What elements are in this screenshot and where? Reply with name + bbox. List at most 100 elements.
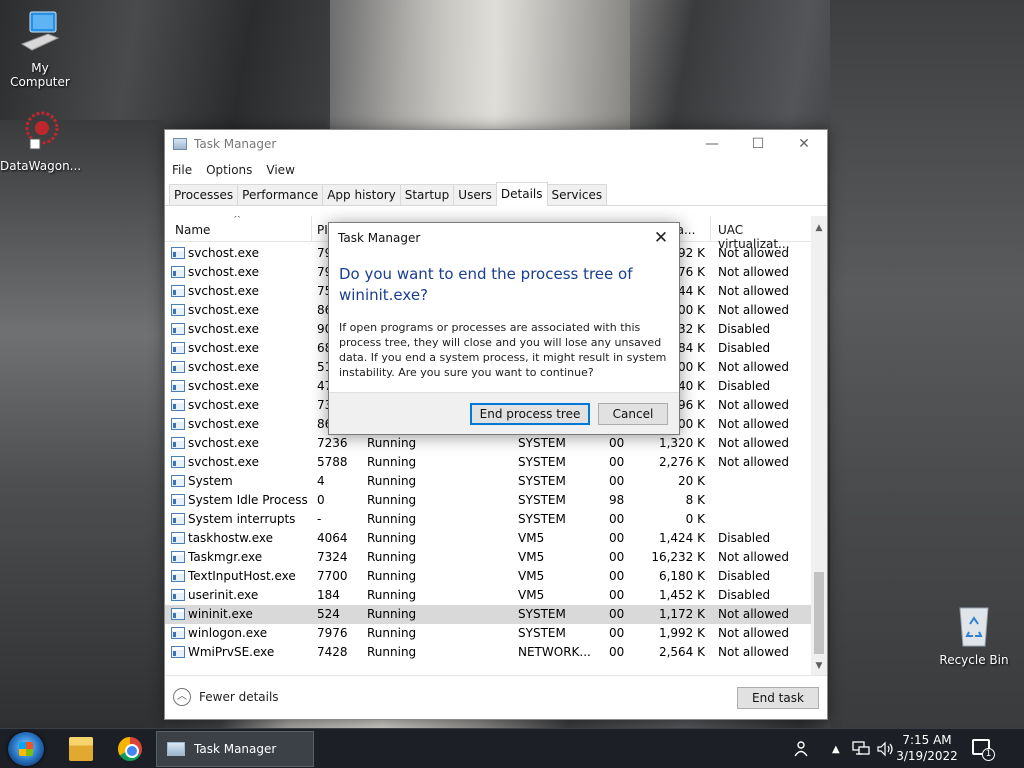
tab-performance[interactable]: Performance [237, 184, 324, 205]
desktop-icon-recycle-bin[interactable]: Recycle Bin [934, 602, 1014, 667]
tab-startup[interactable]: Startup [399, 184, 455, 205]
process-name: userinit.exe [188, 588, 259, 602]
process-icon [171, 646, 185, 658]
fewer-details-link[interactable]: ︿ Fewer details [173, 688, 279, 706]
tab-processes[interactable]: Processes [169, 184, 239, 205]
process-uac: Disabled [718, 322, 771, 336]
process-uac: Not allowed [718, 436, 790, 450]
table-row[interactable]: System 4 Running SYSTEM 00 20 K [165, 472, 811, 491]
process-cpu: 00 [609, 607, 625, 621]
tab-services[interactable]: Services [546, 184, 608, 205]
tab-app-history[interactable]: App history [322, 184, 401, 205]
maximize-icon[interactable]: ☐ [735, 130, 781, 158]
tab-details[interactable]: Details [495, 182, 548, 206]
column-header-pid[interactable]: PI [317, 223, 328, 237]
process-name: WmiPrvSE.exe [188, 645, 275, 659]
title-bar[interactable]: Task Manager — ☐ ✕ [165, 130, 827, 158]
table-row[interactable]: svchost.exe 5788 Running SYSTEM 00 2,276 K Not… [165, 453, 811, 472]
end-task-button[interactable]: End task [737, 687, 819, 709]
table-row[interactable]: System interrupts - Running SYSTEM 00 0 K [165, 510, 811, 529]
process-icon [171, 551, 185, 563]
process-user: SYSTEM [518, 607, 566, 621]
table-row[interactable]: userinit.exe 184 Running VM5 00 1,452 K Disabl… [165, 586, 811, 605]
process-user: SYSTEM [518, 512, 566, 526]
table-row[interactable]: TextInputHost.exe 7700 Running VM5 00 6,180 K… [165, 567, 811, 586]
clock[interactable]: 7:15 AM 3/19/2022 [892, 732, 962, 764]
table-row[interactable]: Taskmgr.exe 7324 Running VM5 00 16,232 K Not a… [165, 548, 811, 567]
process-status: Running [367, 626, 417, 640]
process-user: SYSTEM [518, 436, 566, 450]
start-button[interactable] [8, 732, 44, 766]
column-header-name[interactable]: Name [175, 223, 210, 237]
process-memory: 6,180 K [658, 569, 705, 583]
process-cpu: 00 [609, 645, 625, 659]
menu-options[interactable]: Options [206, 163, 252, 177]
taskbar-app-label: Task Manager [194, 742, 277, 756]
process-name: svchost.exe [188, 284, 259, 298]
network-icon[interactable] [852, 729, 870, 768]
chevron-up-icon: ︿ [173, 688, 191, 706]
dialog-heading: Do you want to end the process tree of w… [339, 265, 633, 304]
process-icon [171, 323, 185, 335]
process-icon [171, 437, 185, 449]
desktop-icon-datawagon[interactable]: DataWagon... [0, 106, 82, 173]
process-uac: Not allowed [718, 284, 790, 298]
notification-badge: 1 [982, 748, 995, 761]
task-manager-icon [173, 138, 187, 150]
process-icon [171, 456, 185, 468]
end-process-tree-button[interactable]: End process tree [470, 403, 590, 425]
table-row[interactable]: System Idle Process 0 Running SYSTEM 98 8 K [165, 491, 811, 510]
process-uac: Disabled [718, 569, 771, 583]
process-memory: 2,564 K [658, 645, 705, 659]
process-uac: Not allowed [718, 303, 790, 317]
process-uac: Disabled [718, 379, 771, 393]
process-pid: 7700 [317, 569, 348, 583]
desktop-icon-my-computer[interactable]: My Computer [0, 8, 80, 89]
table-row[interactable]: svchost.exe 7236 Running SYSTEM 00 1,320 K Not… [165, 434, 811, 453]
process-icon [171, 380, 185, 392]
scroll-thumb[interactable] [814, 572, 824, 654]
process-memory: 0 K [685, 512, 705, 526]
people-icon[interactable] [792, 729, 810, 768]
table-row[interactable]: winlogon.exe 7976 Running SYSTEM 00 1,992 K No… [165, 624, 811, 643]
process-uac: Disabled [718, 531, 771, 545]
process-uac: Not allowed [718, 645, 790, 659]
minimize-icon[interactable]: — [689, 130, 735, 158]
process-name: svchost.exe [188, 246, 259, 260]
tab-users[interactable]: Users [453, 184, 497, 205]
menu-file[interactable]: File [172, 163, 192, 177]
menu-view[interactable]: View [266, 163, 294, 177]
column-divider[interactable] [311, 216, 312, 242]
process-pid: 7428 [317, 645, 348, 659]
process-pid: - [317, 512, 322, 526]
column-divider[interactable] [710, 216, 711, 242]
show-hidden-icons-icon[interactable]: ▲ [832, 729, 840, 768]
taskbar-task-manager[interactable]: Task Manager [156, 731, 314, 767]
wallpaper-rock-left [0, 120, 165, 730]
file-explorer-icon[interactable] [69, 737, 93, 761]
table-row[interactable]: WmiPrvSE.exe 7428 Running NETWORK... 00 2,564… [165, 643, 811, 662]
scroll-down-icon[interactable]: ▼ [811, 658, 827, 674]
dialog-close-icon[interactable]: ✕ [643, 228, 679, 248]
desktop-icon-label: DataWagon... [0, 159, 82, 173]
process-memory: 20 K [678, 474, 705, 488]
tab-strip: Processes Performance App history Startu… [165, 182, 827, 206]
vertical-scrollbar[interactable]: ▲ ▼ [811, 216, 827, 676]
chrome-icon[interactable] [118, 737, 142, 761]
process-name: svchost.exe [188, 360, 259, 374]
process-pid: 4064 [317, 531, 348, 545]
clock-time: 7:15 AM [902, 733, 952, 747]
window-footer: ︿ Fewer details End task [165, 675, 827, 719]
scroll-up-icon[interactable]: ▲ [811, 220, 827, 236]
process-cpu: 00 [609, 550, 625, 564]
menu-bar: File Options View [165, 158, 827, 182]
task-manager-icon [167, 742, 185, 756]
close-icon[interactable]: ✕ [781, 130, 827, 158]
cancel-button[interactable]: Cancel [598, 403, 668, 425]
process-icon [171, 418, 185, 430]
process-pid: 524 [317, 607, 340, 621]
table-row[interactable]: taskhostw.exe 4064 Running VM5 00 1,424 K Disa… [165, 529, 811, 548]
process-uac: Not allowed [718, 417, 790, 431]
dialog-title-bar[interactable]: Task Manager ✕ [329, 223, 679, 253]
table-row[interactable]: wininit.exe 524 Running SYSTEM 00 1,172 K Not … [165, 605, 811, 624]
